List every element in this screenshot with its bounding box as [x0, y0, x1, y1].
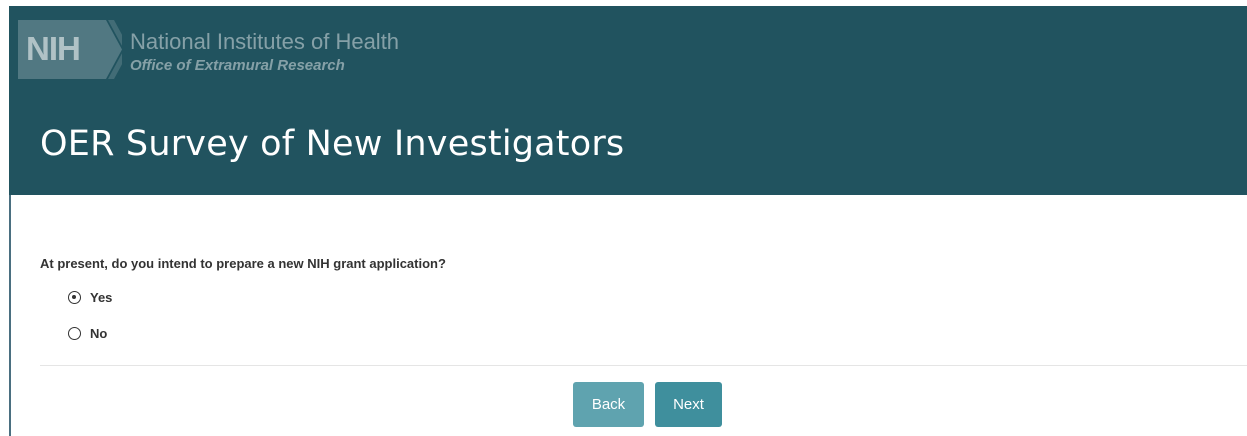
org-name: National Institutes of Health: [130, 29, 400, 54]
radio-yes[interactable]: [68, 290, 81, 304]
site-header: NIH National Institutes of Health Office…: [9, 6, 1247, 195]
option-yes[interactable]: Yes: [68, 288, 112, 306]
form-divider: [40, 365, 1247, 366]
org-subtitle: Office of Extramural Research: [130, 57, 345, 74]
next-button[interactable]: Next: [655, 382, 722, 427]
radio-no[interactable]: [68, 326, 81, 340]
nih-logo-text: NIH: [26, 30, 81, 67]
page-title: OER Survey of New Investigators: [40, 124, 625, 164]
option-no-label: No: [90, 325, 108, 341]
nih-logo-icon: NIH: [18, 20, 122, 79]
option-no[interactable]: No: [68, 324, 107, 342]
survey-question: At present, do you intend to prepare a n…: [40, 256, 446, 271]
option-yes-label: Yes: [90, 289, 113, 305]
back-button[interactable]: Back: [573, 382, 644, 427]
